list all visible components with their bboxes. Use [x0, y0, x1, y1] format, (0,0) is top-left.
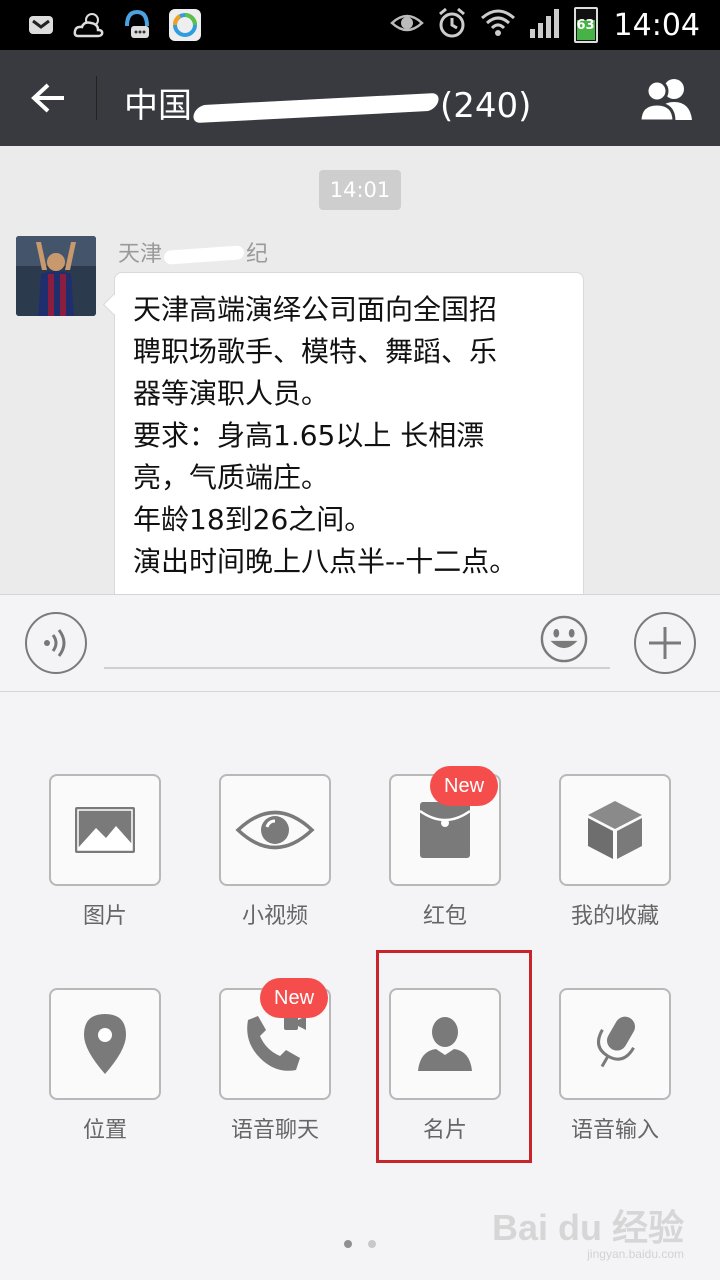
- chat-area[interactable]: 14:01 天津 纪 天津高端演绎公司面向全国招 聘职场歌手、模特、舞蹈、乐 器等…: [0, 146, 720, 594]
- panel-item-location[interactable]: [49, 988, 161, 1100]
- panel-item-label: 红包: [422, 904, 467, 929]
- message-input[interactable]: [104, 617, 610, 669]
- battery-icon: 63: [573, 7, 598, 43]
- message-line: 聘职场歌手、模特、舞蹈、乐: [133, 335, 498, 368]
- panel-item-image[interactable]: [49, 774, 161, 886]
- status-bar: 63 14:04: [0, 0, 720, 50]
- emoji-button[interactable]: [540, 615, 588, 663]
- title-bar: 中国 (240): [0, 50, 720, 146]
- input-bar: [0, 594, 720, 692]
- signal-icon: [528, 7, 562, 43]
- group-members-button[interactable]: [636, 76, 696, 123]
- watermark-logo: Bai du 经验 jingyan.baidu.com: [492, 1210, 684, 1262]
- voice-call-icon: [247, 1016, 306, 1071]
- browser-app-icon: [168, 8, 202, 42]
- red-packet-icon: [419, 802, 471, 858]
- highlight-box: [376, 950, 532, 1163]
- panel-item-label: 语音输入: [570, 1118, 659, 1143]
- redaction-scribble: [191, 92, 441, 123]
- voice-mode-button[interactable]: [25, 612, 87, 674]
- chat-title: 中国 (240): [124, 78, 531, 127]
- panel-item-label: 小视频: [241, 904, 308, 929]
- page-dot: [368, 1240, 376, 1248]
- eye-icon: [389, 11, 424, 39]
- microphone-icon: [597, 1016, 635, 1068]
- title-divider: [96, 76, 97, 120]
- more-options-button[interactable]: [634, 612, 696, 674]
- message-timestamp: 14:01: [319, 170, 401, 210]
- favorites-cube-icon: [588, 801, 642, 859]
- image-icon: [75, 807, 135, 853]
- wifi-icon: [480, 8, 516, 42]
- message-line: 年龄18到26之间。: [133, 503, 373, 536]
- panel-item-label: 图片: [82, 904, 127, 929]
- clock: 14:04: [613, 7, 700, 43]
- battery-level: 63: [576, 18, 595, 33]
- back-arrow-icon: [31, 83, 64, 113]
- mail-icon: [24, 8, 58, 42]
- message-line: 要求：身高1.65以上 长相漂: [133, 419, 485, 452]
- function-panel: 图片 小视频 New 红包 我的收藏 位置 New 语音聊天 名片 语音输入 B…: [0, 692, 720, 1280]
- weather-icon: [72, 8, 106, 42]
- chat-title-prefix: 中国: [124, 86, 192, 126]
- panel-item-label: 语音聊天: [230, 1118, 319, 1143]
- message-line: 天津高端演绎公司面向全国招: [133, 293, 498, 326]
- location-pin-icon: [84, 1014, 126, 1074]
- panel-item-label: 位置: [82, 1118, 127, 1143]
- watermark-brand: Bai du 经验: [491, 1207, 684, 1248]
- alarm-icon: [436, 6, 468, 44]
- sender-name-prefix: 天津: [118, 242, 163, 267]
- group-members-icon: [638, 79, 692, 123]
- eye-video-icon: [235, 810, 315, 850]
- panel-item-short-video[interactable]: [219, 774, 331, 886]
- voice-icon: [44, 629, 66, 657]
- avatar[interactable]: [16, 236, 96, 316]
- panel-item-voice-input[interactable]: [559, 988, 671, 1100]
- message-bubble[interactable]: 天津高端演绎公司面向全国招 聘职场歌手、模特、舞蹈、乐 器等演职人员。 要求：身…: [114, 272, 584, 594]
- panel-item-favorites[interactable]: [559, 774, 671, 886]
- chat-title-member-count: (240): [440, 86, 532, 126]
- sender-name: 天津 纪: [118, 236, 268, 268]
- page-dot-active: [344, 1240, 352, 1248]
- new-badge: New: [430, 766, 499, 806]
- emoji-icon: [540, 615, 588, 663]
- watermark-url: jingyan.baidu.com: [587, 1247, 684, 1261]
- back-button[interactable]: [20, 72, 76, 124]
- page-indicator: [344, 1240, 376, 1248]
- message-line: 器等演职人员。: [133, 377, 330, 410]
- chat-app-icon: [120, 8, 154, 42]
- panel-item-label: 我的收藏: [570, 904, 659, 929]
- message-line: 演出时间晚上八点半--十二点。: [133, 545, 518, 578]
- message-line: 亮，气质端庄。: [133, 461, 330, 494]
- plus-icon: [649, 627, 681, 659]
- new-badge: New: [260, 978, 329, 1018]
- sender-name-suffix: 纪: [246, 242, 269, 267]
- sender-redaction: [163, 245, 245, 265]
